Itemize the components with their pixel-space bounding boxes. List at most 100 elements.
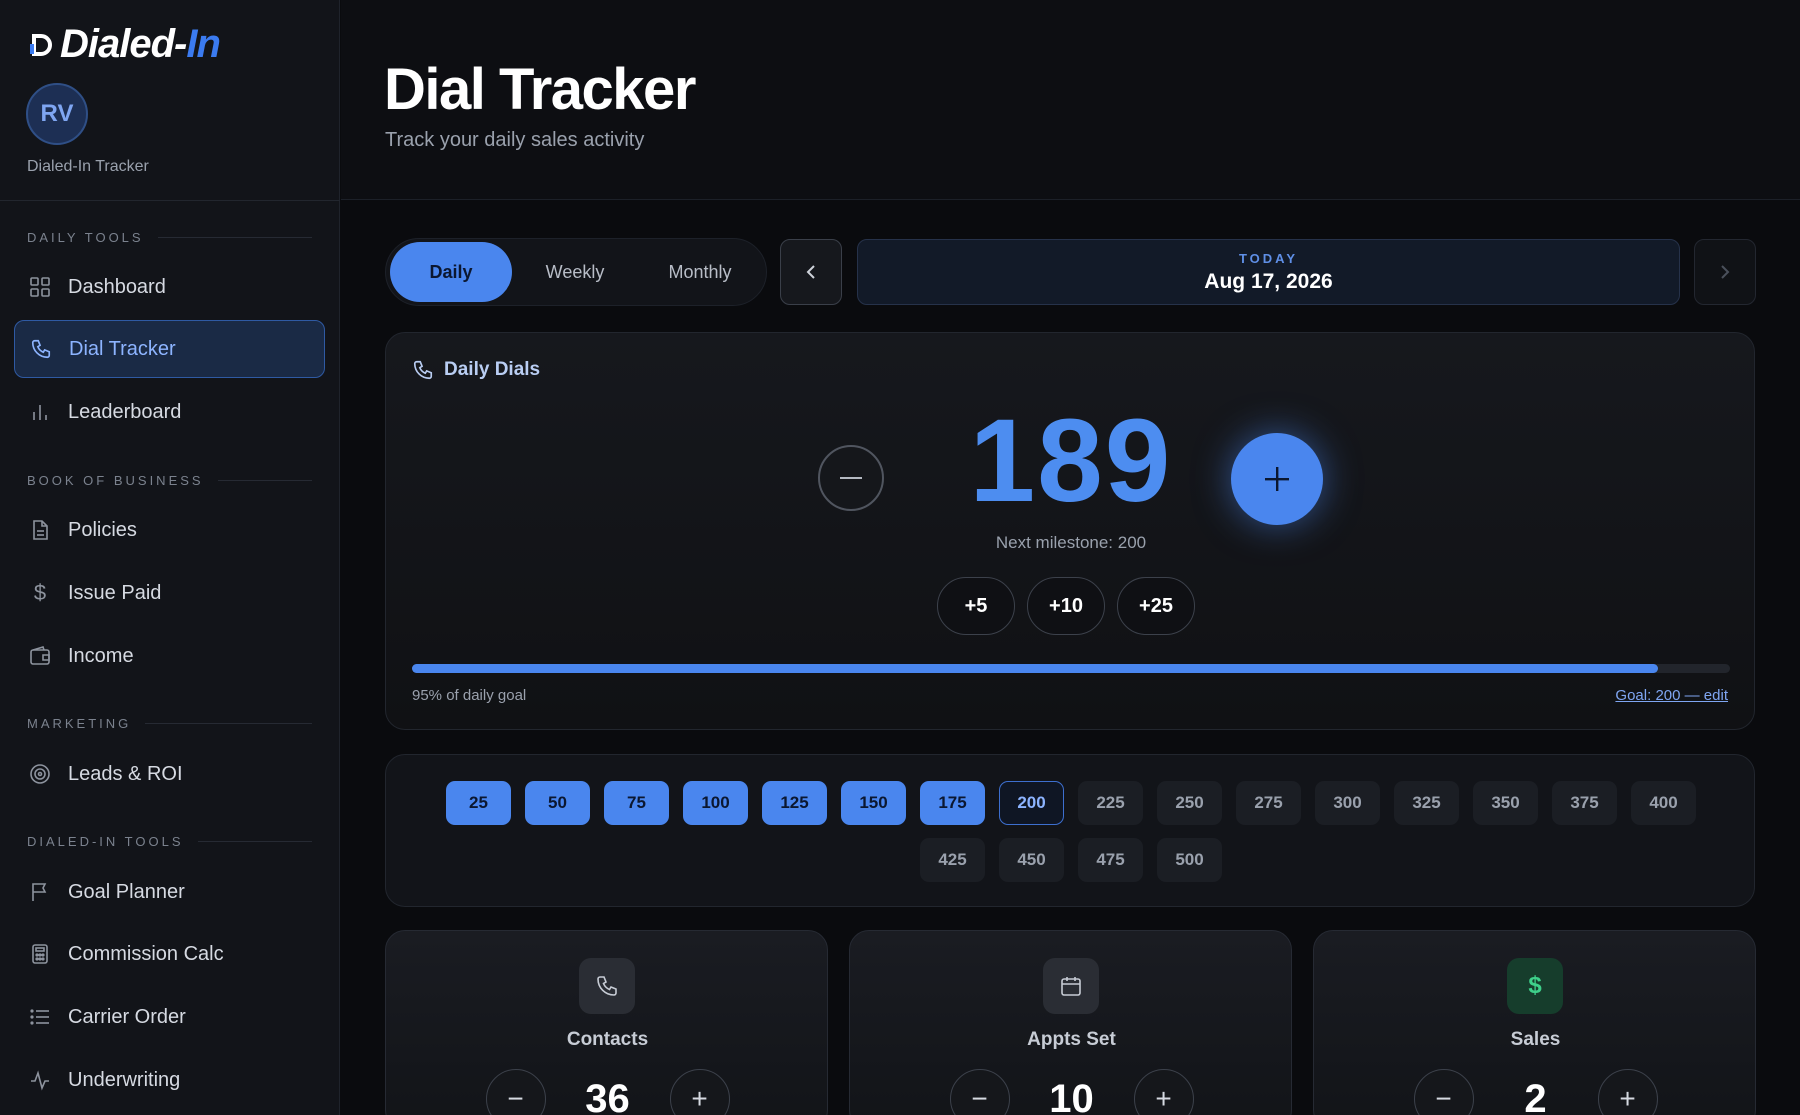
stat-card-sales: $ Sales − 2 + bbox=[1313, 930, 1756, 1115]
stat-value: 36 bbox=[585, 1076, 630, 1115]
milestone-chip[interactable]: 275 bbox=[1236, 781, 1301, 825]
add-5-button[interactable]: +5 bbox=[937, 577, 1015, 635]
phone-icon bbox=[413, 360, 433, 380]
sidebar-item-goal-planner[interactable]: Goal Planner bbox=[14, 863, 325, 921]
sidebar: Dialed-In RV Dialed-In Tracker DAILY TOO… bbox=[0, 0, 340, 1115]
section-book-of-business: BOOK OF BUSINESS bbox=[27, 473, 312, 488]
tab-daily[interactable]: Daily bbox=[390, 242, 513, 302]
calculator-icon bbox=[28, 942, 52, 966]
sidebar-item-label: Underwriting bbox=[68, 1068, 181, 1091]
milestone-chip[interactable]: 425 bbox=[920, 838, 985, 882]
edit-goal-link[interactable]: Goal: 200 — edit bbox=[1615, 687, 1728, 704]
flag-icon bbox=[28, 880, 52, 904]
milestone-chip[interactable]: 75 bbox=[604, 781, 669, 825]
dial-count: 189 bbox=[969, 395, 1173, 527]
date-value: Aug 17, 2026 bbox=[1204, 269, 1333, 293]
sidebar-item-label: Carrier Order bbox=[68, 1005, 186, 1028]
page-subtitle: Track your daily sales activity bbox=[385, 129, 645, 151]
increment-sales-button[interactable]: + bbox=[1597, 1069, 1658, 1115]
brand-name: Dialed-In bbox=[60, 22, 221, 66]
minus-icon bbox=[840, 477, 862, 479]
sidebar-divider bbox=[0, 200, 340, 201]
stat-label: Contacts bbox=[566, 1029, 649, 1050]
next-milestone: Next milestone: 200 bbox=[995, 533, 1147, 552]
dollar-icon: $ bbox=[33, 580, 47, 605]
sidebar-item-label: Policies bbox=[68, 518, 137, 541]
sidebar-item-commission-calc[interactable]: Commission Calc bbox=[14, 925, 325, 983]
sidebar-item-policies[interactable]: Policies bbox=[14, 501, 325, 559]
increment-contacts-button[interactable]: + bbox=[669, 1069, 730, 1115]
milestone-grid: 25 50 75 100 125 150 175 200 225 250 275 300 325 350 3… bbox=[385, 754, 1755, 907]
decrement-dials-button[interactable] bbox=[818, 445, 884, 511]
target-icon bbox=[28, 762, 52, 786]
decrement-sales-button[interactable]: − bbox=[1413, 1069, 1474, 1115]
stat-card-contacts: Contacts − 36 + bbox=[385, 930, 828, 1115]
stat-controls: − 36 + bbox=[386, 1069, 829, 1115]
current-date-display[interactable]: TODAY Aug 17, 2026 bbox=[857, 239, 1680, 305]
sidebar-item-leaderboard[interactable]: Leaderboard bbox=[14, 383, 325, 441]
decrement-contacts-button[interactable]: − bbox=[485, 1069, 546, 1115]
sidebar-item-leads-roi[interactable]: Leads & ROI bbox=[14, 745, 325, 803]
logo-mark-icon bbox=[30, 33, 52, 56]
add-10-button[interactable]: +10 bbox=[1027, 577, 1105, 635]
quick-add-buttons: +5 +10 +25 bbox=[386, 577, 1756, 635]
milestone-chip[interactable]: 250 bbox=[1157, 781, 1222, 825]
milestone-chip[interactable]: 50 bbox=[525, 781, 590, 825]
milestone-chip[interactable]: 125 bbox=[762, 781, 827, 825]
milestone-chip[interactable]: 300 bbox=[1315, 781, 1380, 825]
wallet-icon bbox=[28, 644, 52, 668]
next-date-button[interactable] bbox=[1694, 239, 1756, 305]
increment-appts-button[interactable]: + bbox=[1133, 1069, 1194, 1115]
bar-chart-icon bbox=[28, 400, 52, 424]
sidebar-item-dashboard[interactable]: Dashboard bbox=[14, 258, 325, 316]
milestone-chip[interactable]: 100 bbox=[683, 781, 748, 825]
chevron-left-icon bbox=[806, 265, 815, 279]
sidebar-item-carrier-order[interactable]: Carrier Order bbox=[14, 988, 325, 1046]
phone-icon bbox=[579, 958, 635, 1014]
stat-card-appts-set: Appts Set − 10 + bbox=[849, 930, 1292, 1115]
avatar[interactable]: RV bbox=[26, 83, 88, 145]
milestone-chip[interactable]: 225 bbox=[1078, 781, 1143, 825]
sidebar-item-label: Leads & ROI bbox=[68, 762, 183, 785]
milestone-row: 425 450 475 500 bbox=[386, 838, 1756, 882]
sidebar-item-issue-paid[interactable]: $ Issue Paid bbox=[14, 564, 325, 622]
document-icon bbox=[28, 518, 52, 542]
decrement-appts-button[interactable]: − bbox=[949, 1069, 1010, 1115]
sidebar-item-label: Commission Calc bbox=[68, 942, 224, 965]
chevron-right-icon bbox=[1721, 265, 1730, 279]
stat-controls: − 10 + bbox=[850, 1069, 1293, 1115]
milestone-chip[interactable]: 25 bbox=[446, 781, 511, 825]
dollar-icon: $ bbox=[1507, 958, 1563, 1014]
milestone-chip[interactable]: 350 bbox=[1473, 781, 1538, 825]
tab-weekly[interactable]: Weekly bbox=[512, 242, 638, 302]
add-25-button[interactable]: +25 bbox=[1117, 577, 1195, 635]
previous-date-button[interactable] bbox=[780, 239, 842, 305]
tab-monthly[interactable]: Monthly bbox=[638, 242, 762, 302]
brand-logo[interactable]: Dialed-In bbox=[28, 22, 221, 67]
milestone-chip[interactable]: 325 bbox=[1394, 781, 1459, 825]
milestone-chip[interactable]: 175 bbox=[920, 781, 985, 825]
goal-progress-bar bbox=[412, 664, 1730, 673]
sidebar-item-label: Leaderboard bbox=[68, 400, 182, 423]
phone-icon bbox=[29, 337, 53, 361]
milestone-chip[interactable]: 500 bbox=[1157, 838, 1222, 882]
milestone-chip[interactable]: 400 bbox=[1631, 781, 1696, 825]
period-tabs: Daily Weekly Monthly bbox=[385, 238, 767, 306]
app-subtitle: Dialed-In Tracker bbox=[27, 158, 149, 175]
sidebar-item-dial-tracker[interactable]: Dial Tracker bbox=[14, 320, 325, 378]
sidebar-item-label: Goal Planner bbox=[68, 880, 185, 903]
calendar-icon bbox=[1043, 958, 1099, 1014]
sidebar-item-label: Income bbox=[68, 644, 134, 667]
milestone-chip[interactable]: 150 bbox=[841, 781, 906, 825]
milestone-chip[interactable]: 475 bbox=[1078, 838, 1143, 882]
milestone-chip[interactable]: 450 bbox=[999, 838, 1064, 882]
milestone-chip[interactable]: 200 bbox=[999, 781, 1064, 825]
stat-value: 2 bbox=[1524, 1076, 1547, 1115]
milestone-chip[interactable]: 375 bbox=[1552, 781, 1617, 825]
activity-icon bbox=[28, 1068, 52, 1092]
grid-icon bbox=[28, 275, 52, 299]
increment-dials-button[interactable] bbox=[1231, 433, 1323, 525]
sidebar-item-income[interactable]: Income bbox=[14, 627, 325, 685]
sidebar-item-underwriting[interactable]: Underwriting bbox=[14, 1051, 325, 1109]
stat-controls: − 2 + bbox=[1314, 1069, 1757, 1115]
